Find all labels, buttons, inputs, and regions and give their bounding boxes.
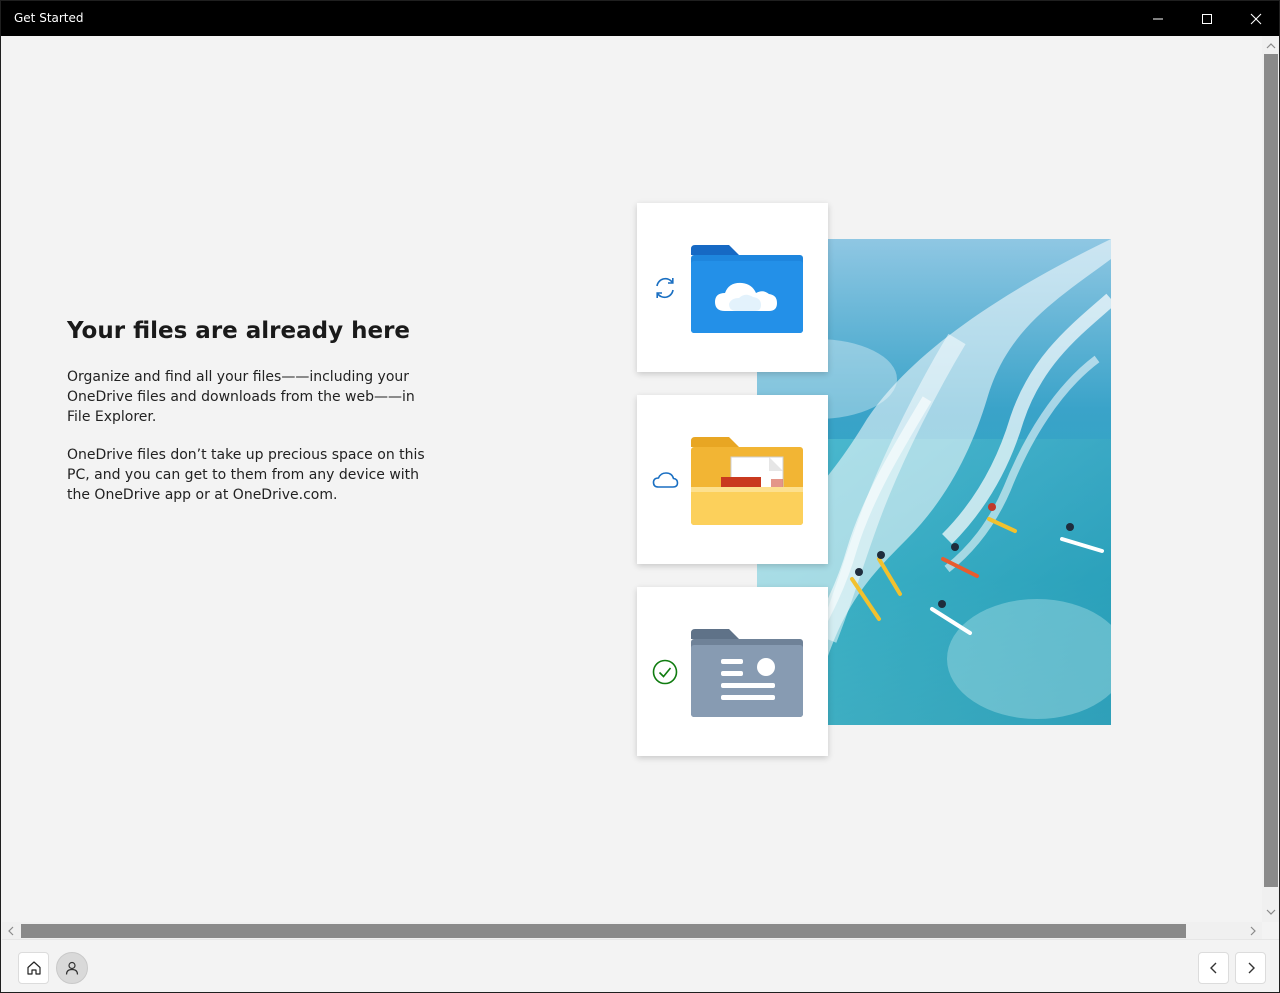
horizontal-scrollbar[interactable]: [2, 922, 1262, 939]
yellow-documents-folder-icon: [691, 437, 803, 525]
window-title: Get Started: [14, 11, 84, 25]
back-button[interactable]: [1198, 952, 1229, 984]
user-icon: [65, 961, 79, 975]
check-circle-icon: [652, 659, 678, 685]
next-button[interactable]: [1235, 952, 1266, 984]
chevron-up-icon: [1266, 43, 1276, 49]
vertical-scroll-thumb[interactable]: [1264, 54, 1278, 887]
maximize-button[interactable]: [1183, 1, 1231, 36]
gray-contacts-folder-icon: [691, 629, 803, 717]
scroll-up-arrow[interactable]: [1262, 38, 1279, 54]
horizontal-scroll-thumb[interactable]: [21, 924, 1186, 938]
chevron-down-icon: [1266, 909, 1276, 915]
app-window: Get Started Your files are already here …: [0, 0, 1280, 993]
footer-bar: [2, 939, 1279, 992]
maximize-icon: [1202, 13, 1212, 24]
chevron-right-icon: [1248, 962, 1255, 974]
cloud-icon: [652, 472, 679, 488]
chevron-left-icon: [8, 926, 14, 935]
home-button[interactable]: [18, 952, 49, 984]
page-content: Your files are already here Organize and…: [2, 36, 1261, 922]
page-title: Your files are already here: [67, 318, 411, 344]
chevron-right-icon: [1250, 926, 1256, 935]
scroll-left-arrow[interactable]: [2, 922, 20, 939]
home-icon: [26, 961, 41, 975]
sync-icon: [656, 277, 674, 299]
onedrive-cloud-folder-icon: [691, 245, 803, 333]
scroll-down-arrow[interactable]: [1262, 904, 1279, 920]
minimize-button[interactable]: [1134, 1, 1182, 36]
chevron-left-icon: [1209, 962, 1216, 974]
scroll-right-arrow[interactable]: [1244, 922, 1262, 939]
title-bar: Get Started: [1, 1, 1279, 36]
minimize-icon: [1153, 18, 1163, 19]
onedrive-folder-card: [637, 203, 828, 372]
description-paragraph-2: OneDrive files don’t take up precious sp…: [67, 447, 425, 503]
vertical-scrollbar[interactable]: [1262, 36, 1279, 922]
close-icon: [1250, 13, 1262, 24]
account-button[interactable]: [56, 952, 88, 984]
description-paragraph-1: Organize and find all your files——includ…: [67, 369, 415, 425]
contacts-folder-card: [637, 587, 828, 756]
documents-folder-card: [637, 395, 828, 564]
close-button[interactable]: [1232, 1, 1279, 36]
